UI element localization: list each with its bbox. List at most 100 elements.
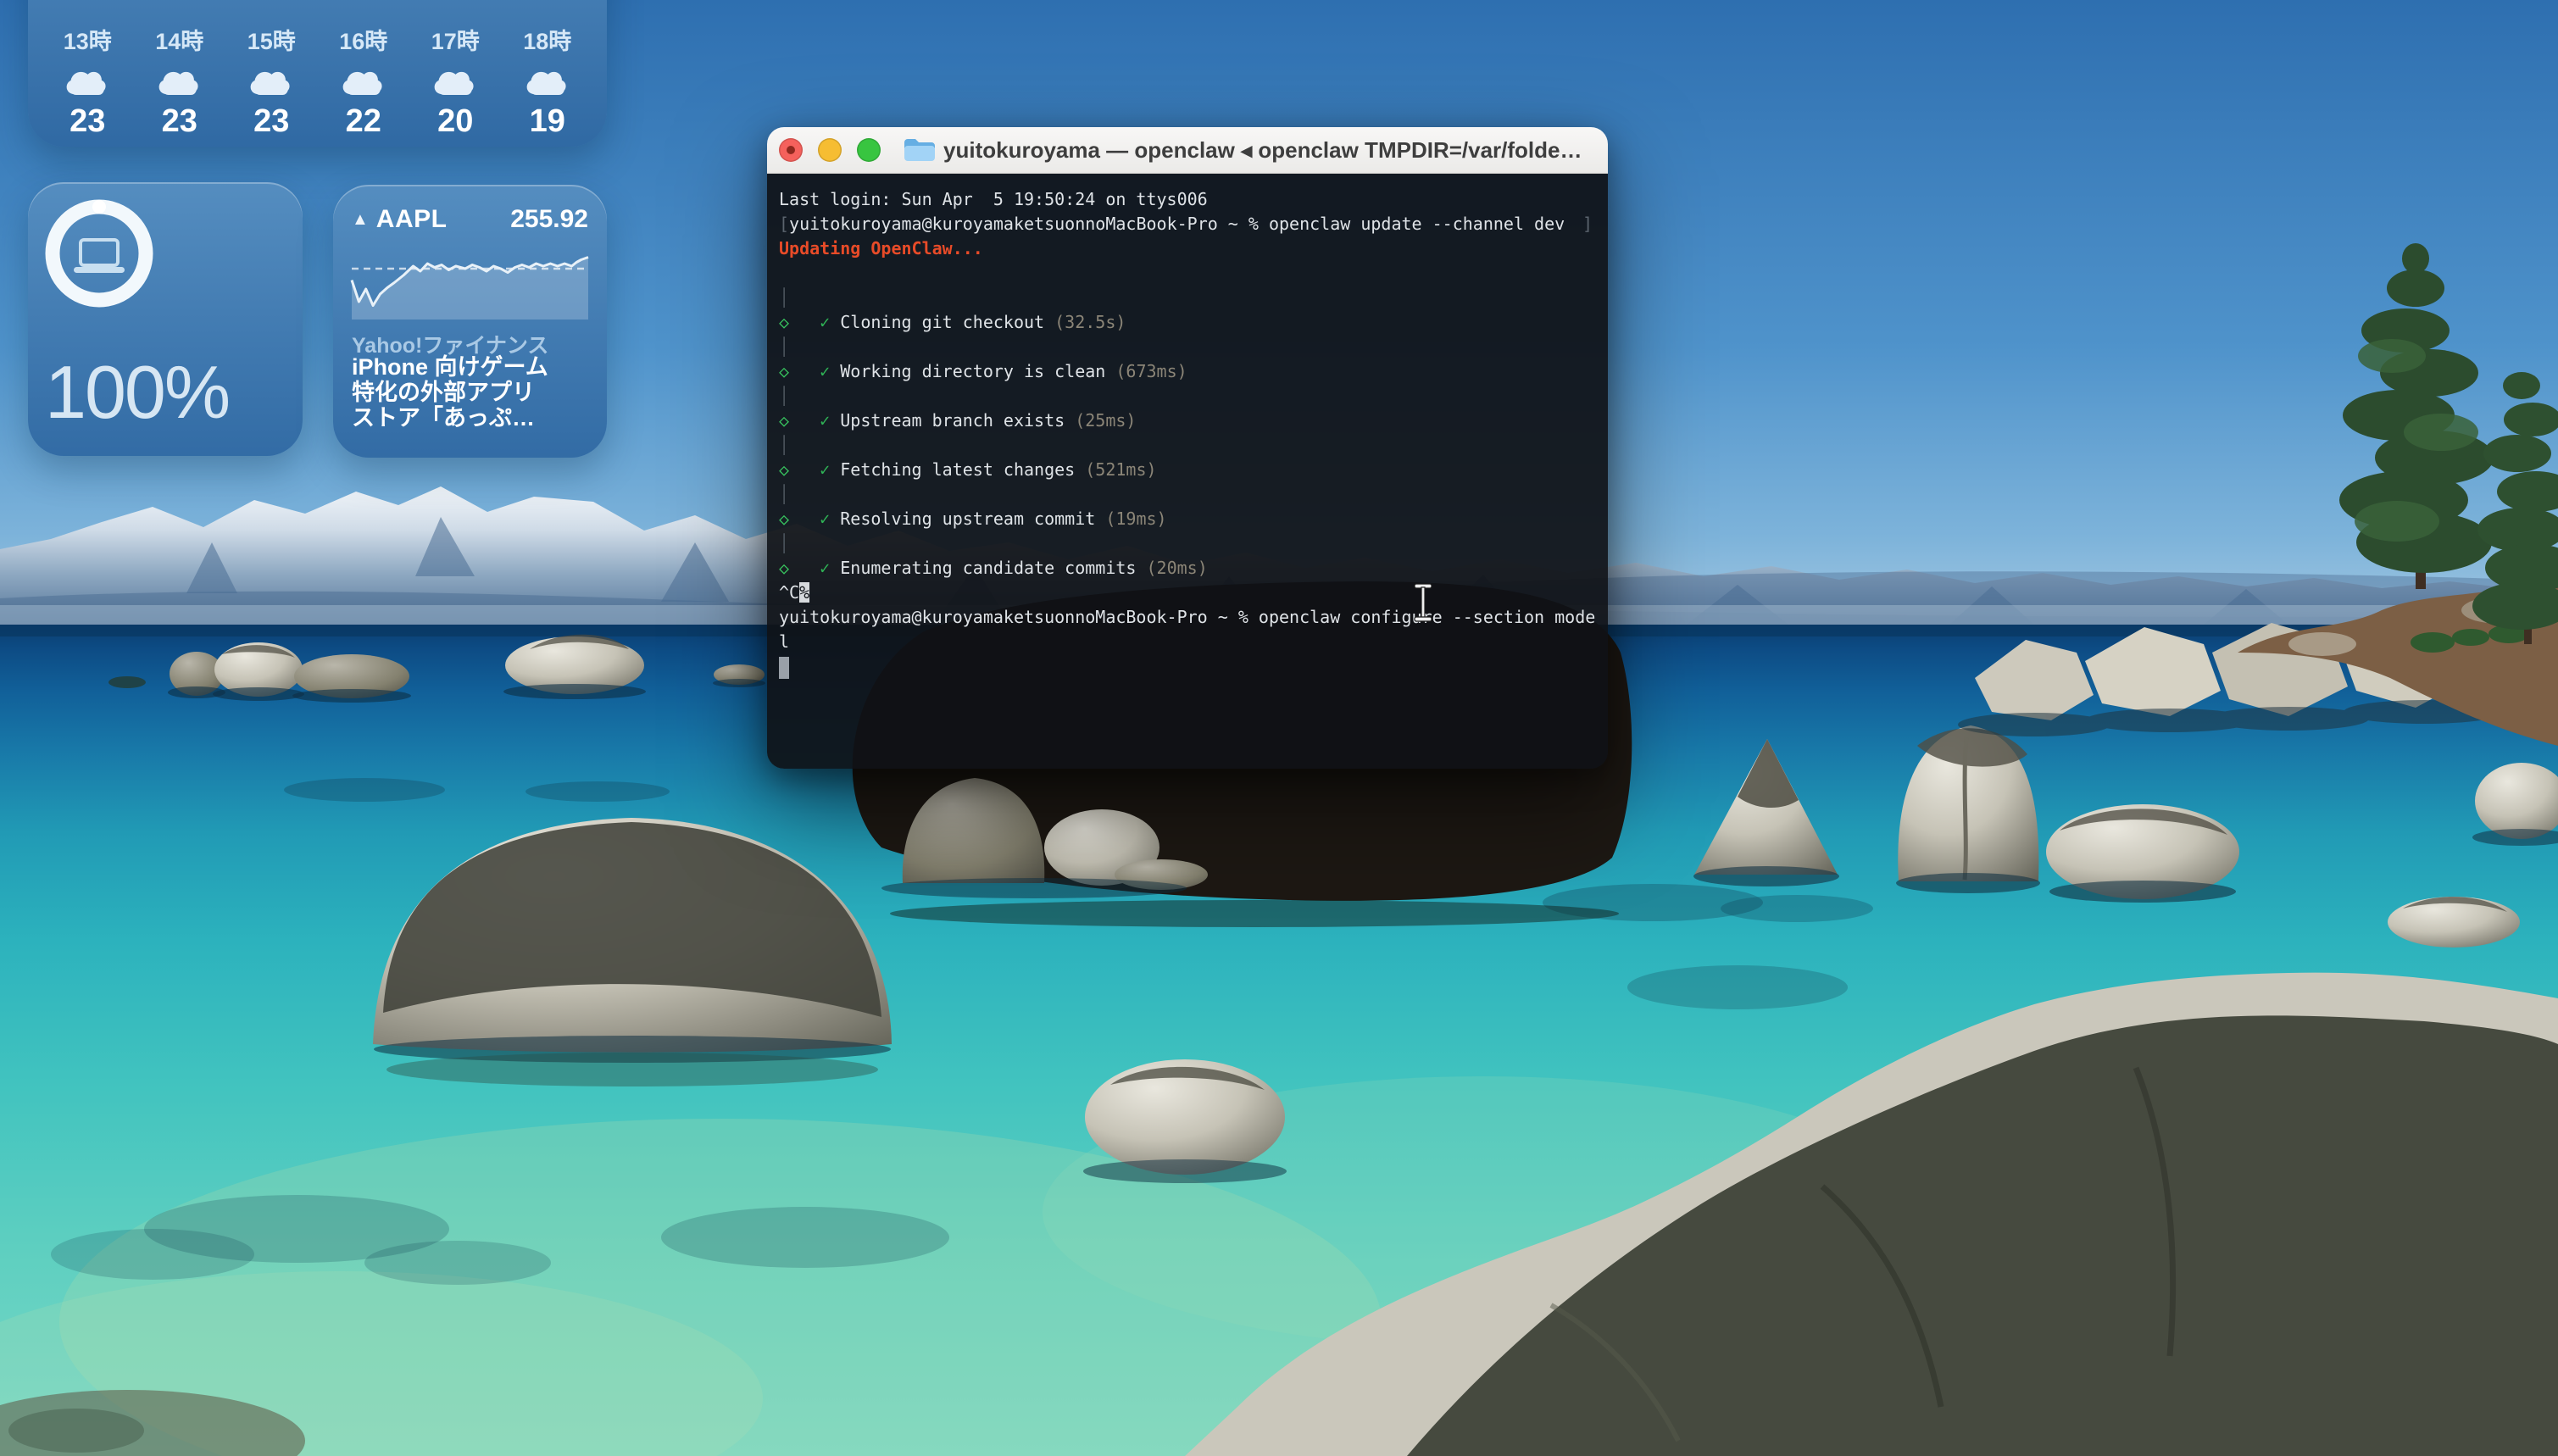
- terminal-line: ◇ ✓ Resolving upstream commit (19ms): [779, 507, 1596, 531]
- terminal-segment: ◇: [779, 558, 789, 578]
- terminal-line: │: [779, 384, 1596, 408]
- terminal-segment: ◇: [779, 459, 789, 480]
- weather-hour-column: 14時23: [134, 23, 226, 140]
- hour-label: 13時: [64, 23, 112, 56]
- terminal-segment: [: [779, 214, 789, 234]
- hour-temperature: 22: [346, 103, 381, 140]
- ibeam-cursor: [1412, 583, 1434, 622]
- terminal-line: ◇ ✓ Enumerating candidate commits (20ms): [779, 556, 1596, 581]
- headline-line: iPhone 向けゲーム: [352, 354, 548, 380]
- terminal-segment: (20ms): [1147, 558, 1208, 578]
- weather-widget[interactable]: 13時2314時2315時2316時2217時2018時19: [28, 0, 607, 147]
- terminal-segment: ✓: [820, 459, 830, 480]
- zoom-button[interactable]: [857, 138, 881, 162]
- terminal-titlebar[interactable]: yuitokuroyama — openclaw ◂ openclaw TMPD…: [767, 127, 1608, 174]
- hour-temperature: 20: [437, 103, 473, 140]
- terminal-segment: │: [779, 287, 789, 308]
- headline-line: ストア「あっぷ…: [352, 405, 548, 431]
- terminal-segment: [779, 263, 789, 283]
- terminal-segment: ◇: [779, 410, 789, 431]
- cloud-icon: [154, 64, 205, 100]
- terminal-segment: [789, 410, 820, 431]
- stock-widget[interactable]: ▲ AAPL 255.92 Yahoo!ファイナンス iPhone 向けゲーム特…: [333, 185, 607, 458]
- hour-temperature: 23: [70, 103, 105, 140]
- terminal-segment: %: [799, 582, 809, 603]
- cloud-icon: [430, 64, 481, 100]
- triangle-up-icon: ▲: [352, 210, 369, 230]
- stock-price: 255.92: [510, 205, 588, 234]
- terminal-body[interactable]: Last login: Sun Apr 5 19:50:24 on ttys00…: [767, 174, 1608, 769]
- terminal-segment: ◇: [779, 312, 789, 332]
- terminal-line: [779, 654, 1596, 679]
- terminal-segment: ✓: [820, 312, 830, 332]
- terminal-segment: (19ms): [1105, 508, 1166, 529]
- terminal-segment: [789, 312, 820, 332]
- hour-label: 17時: [431, 23, 480, 56]
- terminal-segment: (32.5s): [1054, 312, 1126, 332]
- terminal-segment: ]: [1582, 212, 1593, 236]
- terminal-line: ^C%: [779, 581, 1596, 605]
- hour-temperature: 23: [253, 103, 289, 140]
- terminal-line: ◇ ✓ Upstream branch exists (25ms): [779, 408, 1596, 433]
- close-button[interactable]: [779, 138, 803, 162]
- terminal-segment: Working directory is clean: [830, 361, 1115, 381]
- stock-header: ▲ AAPL 255.92: [352, 205, 588, 234]
- weather-hour-column: 16時 22: [318, 23, 410, 140]
- terminal-segment: │: [779, 435, 789, 455]
- hour-temperature: 23: [162, 103, 197, 140]
- weather-hours-row: 13時2314時2315時2316時2217時2018時19: [42, 23, 593, 140]
- terminal-segment: ✓: [820, 558, 830, 578]
- terminal-segment: Upstream branch exists: [830, 410, 1075, 431]
- terminal-segment: │: [779, 336, 789, 357]
- window-controls: [779, 127, 881, 173]
- terminal-segment: [789, 361, 820, 381]
- folder-icon: [903, 137, 935, 163]
- hour-label: 15時: [247, 23, 296, 56]
- hour-temperature: 19: [530, 103, 565, 140]
- terminal-segment: l: [779, 631, 789, 652]
- terminal-segment: ^C: [779, 582, 799, 603]
- headline-line: 特化の外部アプリ: [352, 380, 548, 405]
- terminal-segment: │: [779, 533, 789, 553]
- terminal-line: l: [779, 630, 1596, 654]
- cloud-icon: [246, 64, 297, 100]
- terminal-segment: │: [779, 386, 789, 406]
- terminal-segment: (25ms): [1075, 410, 1136, 431]
- terminal-line: ◇ ✓ Cloning git checkout (32.5s): [779, 310, 1596, 335]
- block-cursor: [779, 657, 789, 679]
- terminal-segment: │: [779, 484, 789, 504]
- hour-label: 16時: [339, 23, 387, 56]
- weather-hour-column: 13時 23: [42, 23, 134, 140]
- terminal-segment: ✓: [820, 410, 830, 431]
- terminal-window[interactable]: yuitokuroyama — openclaw ◂ openclaw TMPD…: [767, 127, 1608, 769]
- laptop-icon: [74, 238, 125, 273]
- terminal-line: │: [779, 531, 1596, 556]
- terminal-segment: [789, 558, 820, 578]
- hour-label: 18時: [523, 23, 571, 56]
- terminal-segment: Fetching latest changes: [830, 459, 1085, 480]
- terminal-line: │: [779, 335, 1596, 359]
- battery-widget[interactable]: 100%: [28, 182, 303, 456]
- terminal-segment: yuitokuroyama@kuroyamaketsuonnoMacBook-P…: [779, 607, 1595, 627]
- terminal-line: [779, 261, 1596, 286]
- battery-percent: 100%: [45, 349, 229, 436]
- edited-dot-icon: [787, 146, 795, 154]
- terminal-line: │: [779, 482, 1596, 507]
- terminal-segment: ◇: [779, 508, 789, 529]
- terminal-segment: Last login: Sun Apr 5 19:50:24 on ttys00…: [779, 189, 1208, 209]
- terminal-line: Last login: Sun Apr 5 19:50:24 on ttys00…: [779, 187, 1596, 212]
- terminal-segment: Cloning git checkout: [830, 312, 1054, 332]
- terminal-segment: [789, 508, 820, 529]
- terminal-segment: ✓: [820, 508, 830, 529]
- title-area: yuitokuroyama — openclaw ◂ openclaw TMPD…: [767, 137, 1608, 164]
- terminal-line: ◇ ✓ Fetching latest changes (521ms): [779, 458, 1596, 482]
- terminal-segment: (521ms): [1085, 459, 1156, 480]
- stock-headline: iPhone 向けゲーム特化の外部アプリストア「あっぷ…: [352, 354, 548, 431]
- weather-hour-column: 18時 19: [502, 23, 594, 140]
- stock-sparkline: [352, 256, 588, 320]
- terminal-line: Updating OpenClaw...: [779, 236, 1596, 261]
- minimize-button[interactable]: [818, 138, 842, 162]
- weather-hour-column: 15時 23: [225, 23, 318, 140]
- terminal-line: │: [779, 286, 1596, 310]
- terminal-line: │: [779, 433, 1596, 458]
